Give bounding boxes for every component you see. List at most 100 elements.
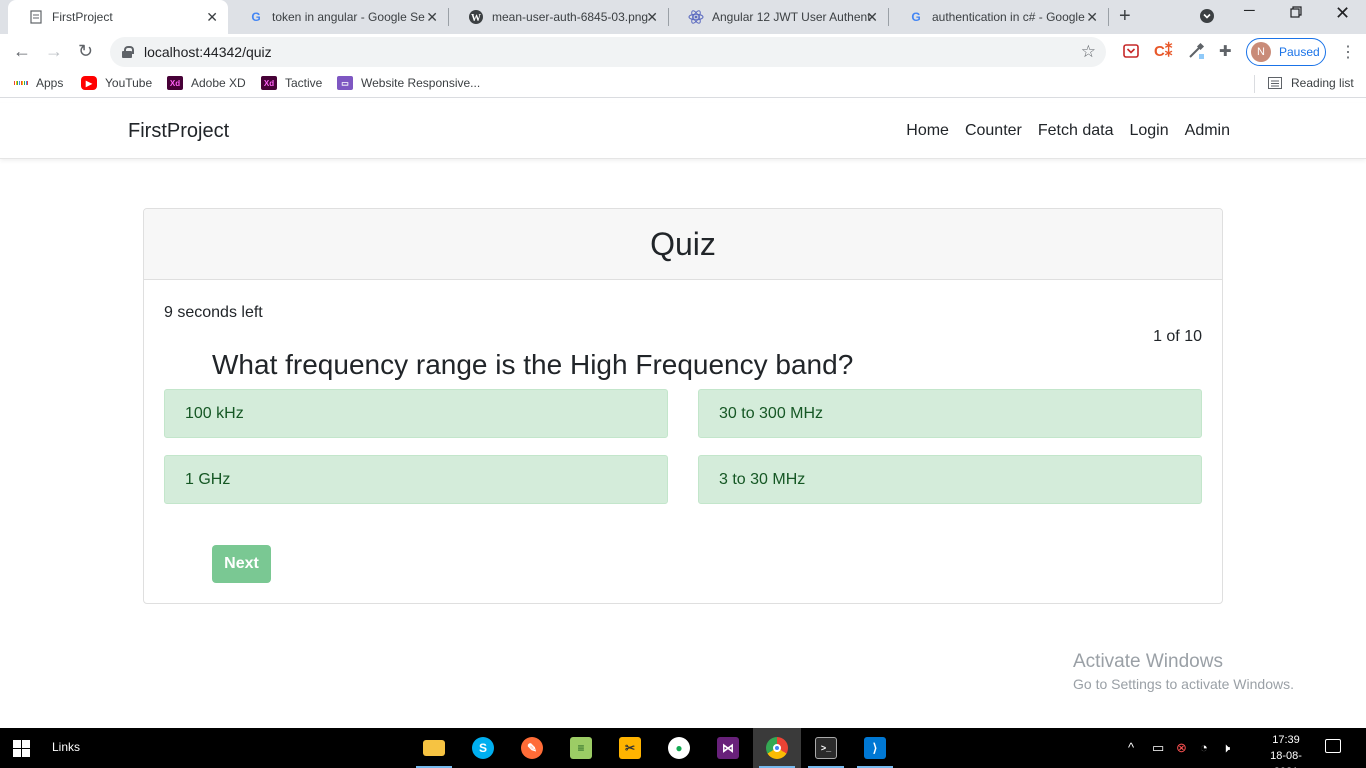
postman-icon: ✎ <box>521 737 543 759</box>
address-bar[interactable]: localhost:44342/quiz ☆ <box>110 37 1106 67</box>
tab-angular-jwt[interactable]: Angular 12 JWT User Authent ✕ <box>668 0 888 34</box>
timer-text: 9 seconds left <box>164 304 263 321</box>
links-toolbar[interactable]: Links <box>52 740 80 754</box>
tab-title: token in angular - Google Se <box>272 10 425 24</box>
bookmark-apps[interactable]: Apps <box>13 76 63 90</box>
watermark-subtitle: Go to Settings to activate Windows. <box>1073 676 1294 692</box>
wifi-icon[interactable]: ◔ <box>1200 740 1208 755</box>
answer-option[interactable]: 3 to 30 MHz <box>698 455 1202 504</box>
bookmark-youtube[interactable]: ▶ YouTube <box>81 76 152 90</box>
answer-option[interactable]: 30 to 300 MHz <box>698 389 1202 438</box>
taskbar-postman[interactable]: ✎ <box>508 728 556 768</box>
minimize-icon[interactable]: ─ <box>1244 2 1255 19</box>
taskbar-terminal[interactable]: >_ <box>802 728 850 768</box>
taskbar-visual-studio[interactable]: ⋈ <box>704 728 752 768</box>
taskbar-chrome[interactable] <box>753 728 801 768</box>
nav-home[interactable]: Home <box>906 122 949 140</box>
taskbar-clock[interactable]: 17:39 18-08-2021 <box>1258 732 1314 768</box>
new-tab-plus-icon[interactable]: + <box>1119 5 1131 28</box>
windows-taskbar: Links S ✎ ≡ ✂ ● ⋈ >_ ⟩ ^ ▭ ⊗ ◔ 🕨 17:39 1… <box>0 728 1366 768</box>
tab-token-search[interactable]: G token in angular - Google Se ✕ <box>228 0 448 34</box>
skype-icon: S <box>472 737 494 759</box>
bookmark-label: YouTube <box>105 76 153 90</box>
react-icon <box>688 9 704 25</box>
network-error-icon[interactable]: ⊗ <box>1176 740 1187 756</box>
reading-list-icon <box>1267 76 1283 90</box>
battery-icon[interactable]: ▭ <box>1152 740 1164 756</box>
activate-windows-watermark: Activate Windows Go to Settings to activ… <box>1073 651 1294 692</box>
chrome-icon <box>766 737 788 759</box>
css-extension-icon[interactable]: C⁑ <box>1154 42 1172 60</box>
taskbar-mongodb-compass[interactable]: ● <box>655 728 703 768</box>
clock-date: 18-08-2021 <box>1270 750 1302 768</box>
question-progress: 1 of 10 <box>1153 328 1202 345</box>
taskbar-file-explorer[interactable] <box>410 728 458 768</box>
quiz-card: Quiz 9 seconds left 1 of 10 What frequen… <box>143 208 1223 604</box>
close-icon[interactable]: ✕ <box>1086 9 1098 26</box>
tab-mean-user-auth[interactable]: W mean-user-auth-6845-03.png ✕ <box>448 0 668 34</box>
bookmark-adobe-xd[interactable]: Xd Adobe XD <box>167 76 246 90</box>
svg-text:W: W <box>471 13 481 24</box>
forward-arrow-icon[interactable]: → <box>45 41 63 62</box>
bookmark-label: Tactive <box>285 76 323 90</box>
close-icon[interactable]: ✕ <box>646 9 658 26</box>
reload-icon[interactable]: ↻ <box>78 41 93 62</box>
extensions-puzzle-icon[interactable]: ✚ <box>1219 42 1232 60</box>
bookmark-website-responsive[interactable]: ▭ Website Responsive... <box>337 76 480 90</box>
color-picker-icon[interactable] <box>1187 42 1205 64</box>
nav-counter[interactable]: Counter <box>965 122 1022 140</box>
apps-grid-icon <box>13 76 29 90</box>
close-icon[interactable]: ✕ <box>206 9 218 26</box>
reading-list-button[interactable]: Reading list <box>1267 76 1354 90</box>
answer-option[interactable]: 1 GHz <box>164 455 668 504</box>
next-button[interactable]: Next <box>212 545 271 583</box>
question-text: What frequency range is the High Frequen… <box>212 349 854 380</box>
close-window-icon[interactable]: ✕ <box>1335 3 1350 24</box>
close-icon[interactable]: ✕ <box>866 9 878 26</box>
bookmarks-bar: Apps ▶ YouTube Xd Adobe XD Xd Tactive ▭ … <box>0 70 1366 98</box>
tab-title: authentication in c# - Google <box>932 10 1085 24</box>
clock-time: 17:39 <box>1272 734 1300 746</box>
nav-login[interactable]: Login <box>1129 122 1168 140</box>
bookmark-star-icon[interactable]: ☆ <box>1081 42 1096 62</box>
show-hidden-icons-chevron-icon[interactable]: ^ <box>1128 740 1134 755</box>
profile-button[interactable]: N Paused <box>1246 38 1326 66</box>
taskbar-tools[interactable]: ✂ <box>606 728 654 768</box>
folder-icon <box>423 740 445 756</box>
bookmark-tactive[interactable]: Xd Tactive <box>261 76 322 90</box>
brand-link[interactable]: FirstProject <box>128 120 229 143</box>
terminal-icon: >_ <box>815 737 837 759</box>
visual-studio-icon: ⋈ <box>717 737 739 759</box>
answer-option[interactable]: 100 kHz <box>164 389 668 438</box>
more-menu-icon[interactable]: ⋮ <box>1340 42 1356 62</box>
google-icon: G <box>911 10 921 24</box>
google-icon: G <box>251 10 261 24</box>
tab-search-icon[interactable] <box>1199 8 1215 28</box>
nav-links: Home Counter Fetch data Login Admin <box>906 122 1230 140</box>
vscode-icon: ⟩ <box>864 737 886 759</box>
nav-admin[interactable]: Admin <box>1185 122 1230 140</box>
tab-title: FirstProject <box>52 10 113 24</box>
restore-icon[interactable] <box>1290 5 1302 22</box>
volume-muted-icon[interactable]: 🕨 <box>1222 740 1230 756</box>
close-icon[interactable]: ✕ <box>426 9 438 26</box>
bookmark-label: Website Responsive... <box>361 76 481 90</box>
windows-start-icon[interactable] <box>13 740 30 757</box>
notifications-icon[interactable] <box>1325 739 1341 753</box>
bookmark-label: Adobe XD <box>191 76 246 90</box>
tools-icon: ✂ <box>619 737 641 759</box>
tab-strip: FirstProject ✕ G token in angular - Goog… <box>0 0 1366 34</box>
taskbar-skype[interactable]: S <box>459 728 507 768</box>
pocket-extension-icon[interactable] <box>1123 43 1139 63</box>
taskbar-vscode[interactable]: ⟩ <box>851 728 899 768</box>
back-arrow-icon[interactable]: ← <box>13 41 31 62</box>
tab-firstproject[interactable]: FirstProject ✕ <box>8 0 228 34</box>
reading-list-label: Reading list <box>1291 76 1354 90</box>
taskbar-notepad-plus[interactable]: ≡ <box>557 728 605 768</box>
browser-toolbar: ← → ↻ localhost:44342/quiz ☆ C⁑ ✚ N Paus… <box>0 34 1366 70</box>
tab-auth-csharp[interactable]: G authentication in c# - Google ✕ <box>888 0 1108 34</box>
adobe-xd-icon: Xd <box>261 76 277 90</box>
tab-title: mean-user-auth-6845-03.png <box>492 10 649 24</box>
nav-fetch-data[interactable]: Fetch data <box>1038 122 1114 140</box>
responsive-icon: ▭ <box>337 76 353 90</box>
